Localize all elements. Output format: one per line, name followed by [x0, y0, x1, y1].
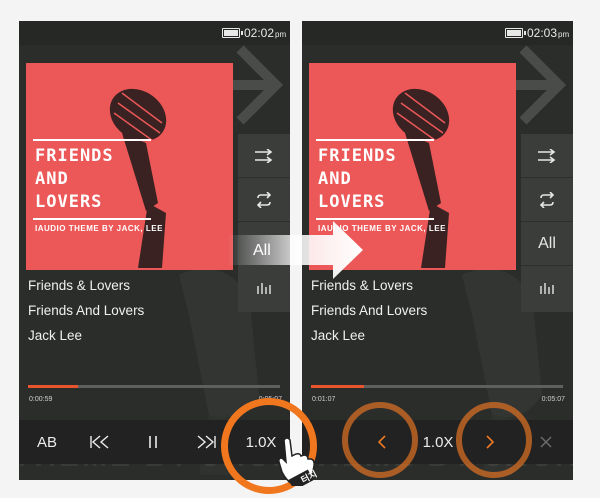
repeat-icon — [256, 191, 272, 208]
transition-arrow-icon: All — [227, 221, 363, 279]
total-time: 0:05:07 — [541, 396, 565, 403]
decrease-highlight-ring — [342, 402, 418, 478]
previous-icon — [90, 435, 109, 449]
equalizer-button[interactable] — [521, 266, 573, 310]
battery-icon — [222, 28, 243, 38]
track-artist: Jack Lee — [311, 328, 366, 343]
repeat-icon — [539, 191, 555, 208]
close-icon — [540, 436, 552, 448]
album-rule-bottom — [33, 218, 151, 220]
album-title: FRIENDS AND LOVERS — [318, 146, 397, 212]
repeat-button[interactable] — [521, 178, 573, 222]
background-arrow-icon — [515, 45, 567, 125]
pause-icon — [149, 436, 157, 448]
shuffle-icon — [255, 148, 273, 163]
track-album: Friends And Lovers — [28, 303, 145, 318]
status-bar: 02:03pm — [302, 21, 573, 45]
elapsed-time: 0:00:59 — [29, 396, 53, 403]
next-icon — [197, 435, 216, 449]
repeat-button[interactable] — [238, 178, 290, 222]
track-title: Friends & Lovers — [28, 278, 131, 293]
increase-highlight-ring — [456, 402, 532, 478]
track-artist: Jack Lee — [28, 328, 83, 343]
album-rule-bottom — [316, 218, 434, 220]
album-rule-top — [33, 139, 151, 141]
status-bar: 02:02pm — [19, 21, 290, 45]
shuffle-button[interactable] — [521, 134, 573, 178]
progress-fill — [28, 385, 79, 388]
background-arrow-icon — [232, 45, 284, 125]
progress-fill — [311, 385, 364, 388]
ab-repeat-button[interactable]: AB — [29, 420, 65, 464]
side-panel: All — [521, 134, 573, 312]
equalizer-icon — [257, 283, 271, 294]
close-speed-button[interactable] — [528, 420, 564, 464]
album-title: FRIENDS AND LOVERS — [35, 146, 114, 212]
status-time: 02:02pm — [244, 26, 287, 40]
album-subtitle: IAUDIO THEME BY JACK, LEE — [35, 224, 163, 233]
track-album: Friends And Lovers — [311, 303, 428, 318]
transition-all-label: All — [253, 242, 271, 259]
battery-icon — [505, 28, 526, 38]
album-art: FRIENDS AND LOVERS IAUDIO THEME BY JACK,… — [26, 63, 233, 270]
repeat-mode-all-button[interactable]: All — [521, 222, 573, 266]
progress-bar[interactable] — [311, 385, 563, 388]
album-rule-top — [316, 139, 434, 141]
shuffle-button[interactable] — [238, 134, 290, 178]
next-button[interactable] — [189, 420, 225, 464]
pause-button[interactable] — [135, 420, 171, 464]
status-time: 02:03pm — [527, 26, 570, 40]
progress-bar[interactable] — [28, 385, 280, 388]
equalizer-icon — [540, 283, 554, 294]
track-title: Friends & Lovers — [311, 278, 414, 293]
speed-value: 1.0X — [422, 433, 454, 451]
elapsed-time: 0:01:07 — [312, 396, 336, 403]
shuffle-icon — [538, 148, 556, 163]
previous-button[interactable] — [81, 420, 117, 464]
